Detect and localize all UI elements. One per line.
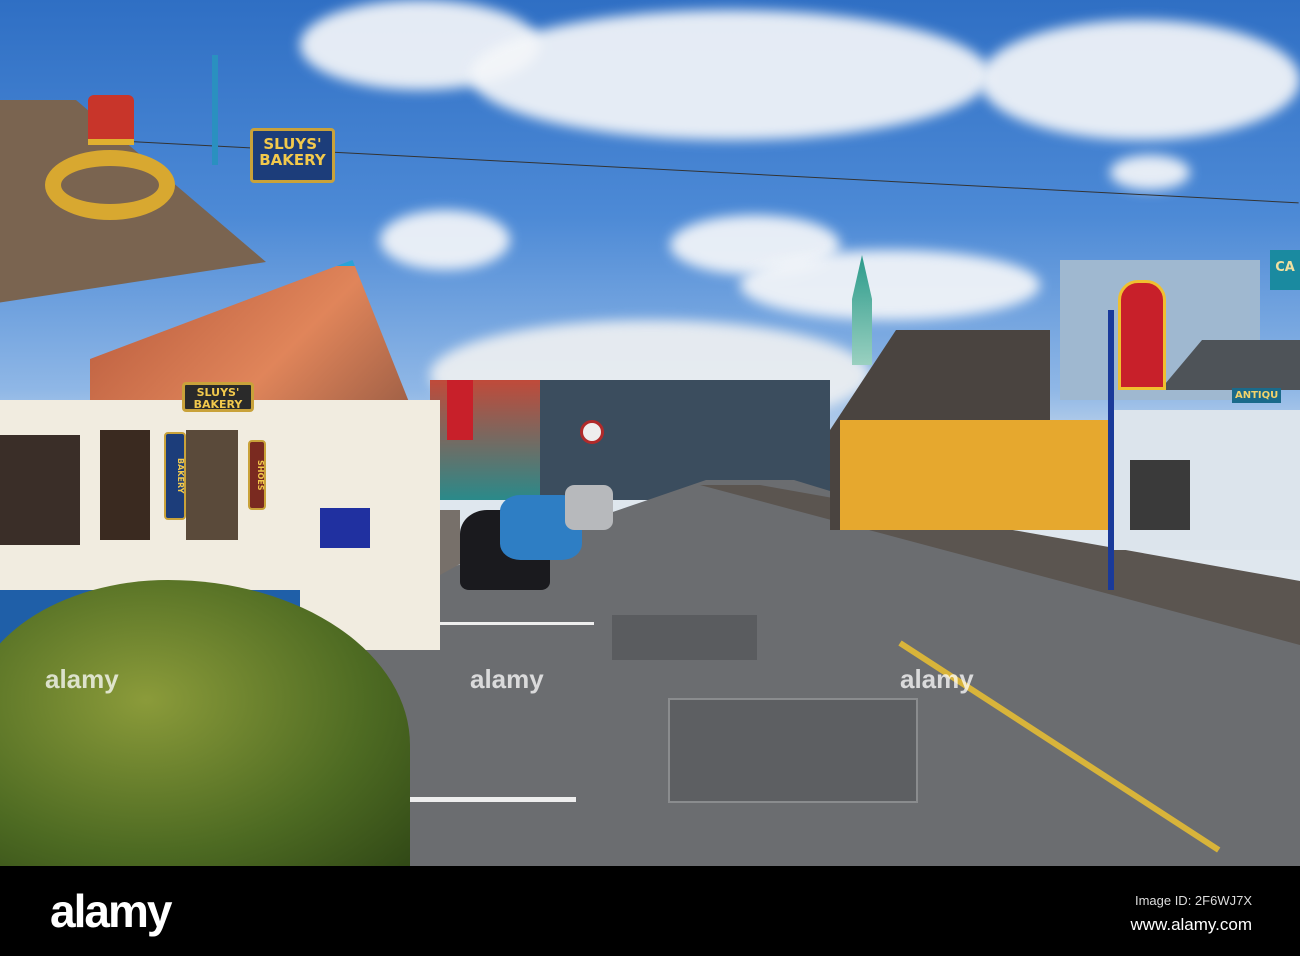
norway-banner bbox=[447, 380, 473, 440]
window bbox=[100, 430, 150, 540]
shoes-sign: SHOES bbox=[248, 440, 266, 510]
sign-post bbox=[212, 55, 218, 165]
pretzel-sign-icon bbox=[45, 150, 175, 220]
watermark: alamy bbox=[470, 664, 544, 694]
window bbox=[186, 430, 238, 540]
silver-suv bbox=[565, 485, 613, 530]
storefront-bakery-sign: SLUYS' BAKERY bbox=[182, 382, 254, 412]
watermark: alamy bbox=[900, 664, 974, 694]
road-patch bbox=[612, 615, 757, 660]
window bbox=[0, 435, 80, 545]
hanging-bakery-sign: SLUYS' BAKERY bbox=[250, 128, 335, 183]
lamp-post bbox=[1108, 310, 1114, 590]
image-id: Image ID: 2F6WJ7X bbox=[1134, 893, 1252, 908]
road-patch bbox=[668, 698, 918, 803]
bench bbox=[320, 508, 370, 548]
cloud bbox=[980, 20, 1300, 140]
crown-icon bbox=[88, 95, 134, 145]
website-link[interactable]: www.alamy.com bbox=[1130, 915, 1252, 935]
parking-line bbox=[400, 797, 576, 802]
footer-bar bbox=[0, 866, 1300, 956]
cloud bbox=[1110, 155, 1190, 190]
bakery-building bbox=[0, 60, 450, 650]
right-storefronts bbox=[830, 260, 1300, 560]
norway-banner bbox=[1118, 280, 1166, 390]
street-photo: SLUYS' BAKERY SLUYS' BAKERY BAKERY SHOES… bbox=[0, 0, 1300, 866]
antique-sign: ANTIQU bbox=[1232, 388, 1282, 403]
vertical-bakery-sign: BAKERY bbox=[164, 432, 186, 520]
cloud bbox=[470, 10, 990, 140]
alamy-logo: alamy bbox=[50, 885, 172, 937]
watermark: alamy bbox=[45, 664, 119, 694]
street-clock-icon bbox=[580, 420, 604, 444]
cafe-sign: CA bbox=[1270, 250, 1300, 290]
